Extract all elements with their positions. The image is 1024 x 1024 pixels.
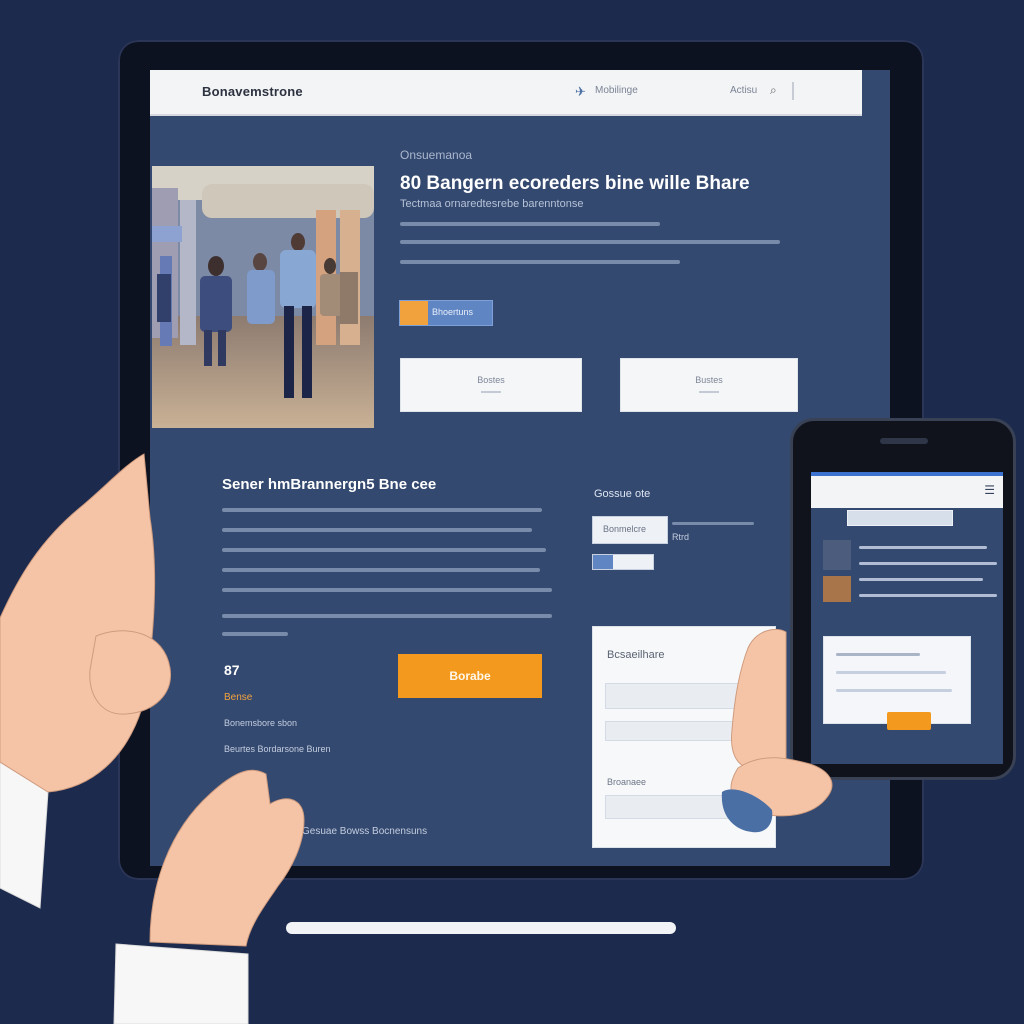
phone-topbar: ☰ [811, 472, 1003, 508]
form-title: Bcsaeilhare [607, 649, 665, 661]
hero-subtitle: Tectmaa ornaredtesrebe barenntonse [400, 198, 584, 210]
bottom-hand [149, 769, 305, 947]
nav-link-2[interactable]: Actisu [730, 85, 757, 96]
left-thumb [89, 630, 171, 715]
hero-cta-button[interactable]: Bhoertuns [399, 300, 493, 326]
phone-search-field[interactable] [847, 510, 953, 526]
tablet-topbar: Bonavemstrone ✈ Mobilinge Actisu ⌕ [150, 70, 862, 116]
nav-link-1[interactable]: Mobilinge [595, 85, 638, 96]
menu-icon[interactable]: ☰ [984, 483, 995, 497]
phone-text-line [859, 578, 983, 581]
hero-image [152, 166, 374, 428]
phone-text-line [859, 594, 997, 597]
phone-thumbnail-1 [823, 540, 851, 570]
side-chip-2[interactable] [592, 554, 654, 570]
left-hand [0, 453, 156, 793]
feature-card-2[interactable]: Bustes [620, 358, 798, 412]
right-thumb [731, 628, 787, 772]
feature-card-label-2: Bustes [695, 375, 723, 385]
feature-card-divider [699, 391, 719, 393]
hero-text-line [400, 240, 780, 244]
plane-icon: ✈ [575, 84, 586, 99]
side-text-line [672, 522, 754, 525]
phone-thumbnail-2 [823, 576, 851, 602]
cta-label: Bhoertuns [432, 307, 474, 317]
hero-text-line [400, 222, 660, 226]
topbar-divider [792, 82, 794, 100]
side-heading: Gossue ote [594, 488, 651, 500]
brand-logo[interactable]: Bonavemstrone [202, 84, 303, 99]
feature-card-divider [481, 391, 501, 393]
side-chip-text: Rtrd [672, 532, 690, 542]
phone-text-line [859, 562, 997, 565]
hero-title: 80 Bangern ecoreders bine wille Bhare [400, 173, 750, 194]
form-label: Broanaee [607, 777, 647, 787]
phone-text-line [859, 546, 987, 549]
side-chip-mark [593, 555, 613, 569]
side-chip-1[interactable]: Bonmelcre [592, 516, 668, 544]
phone-speaker [880, 438, 928, 444]
cta-accent [400, 301, 428, 325]
hero-eyebrow: Onsuemanoa [400, 148, 473, 162]
feature-card-1[interactable]: Bostes [400, 358, 582, 412]
side-chip-label-1: Bonmelcre [603, 524, 647, 534]
hero-text-line [400, 260, 680, 264]
monitor-stand [286, 922, 676, 934]
bottom-sleeve [113, 943, 249, 1024]
phone-cta-button[interactable] [887, 712, 931, 730]
search-icon[interactable]: ⌕ [770, 83, 777, 98]
buy-button[interactable]: Borabe [398, 654, 542, 698]
feature-card-label-1: Bostes [477, 375, 505, 385]
